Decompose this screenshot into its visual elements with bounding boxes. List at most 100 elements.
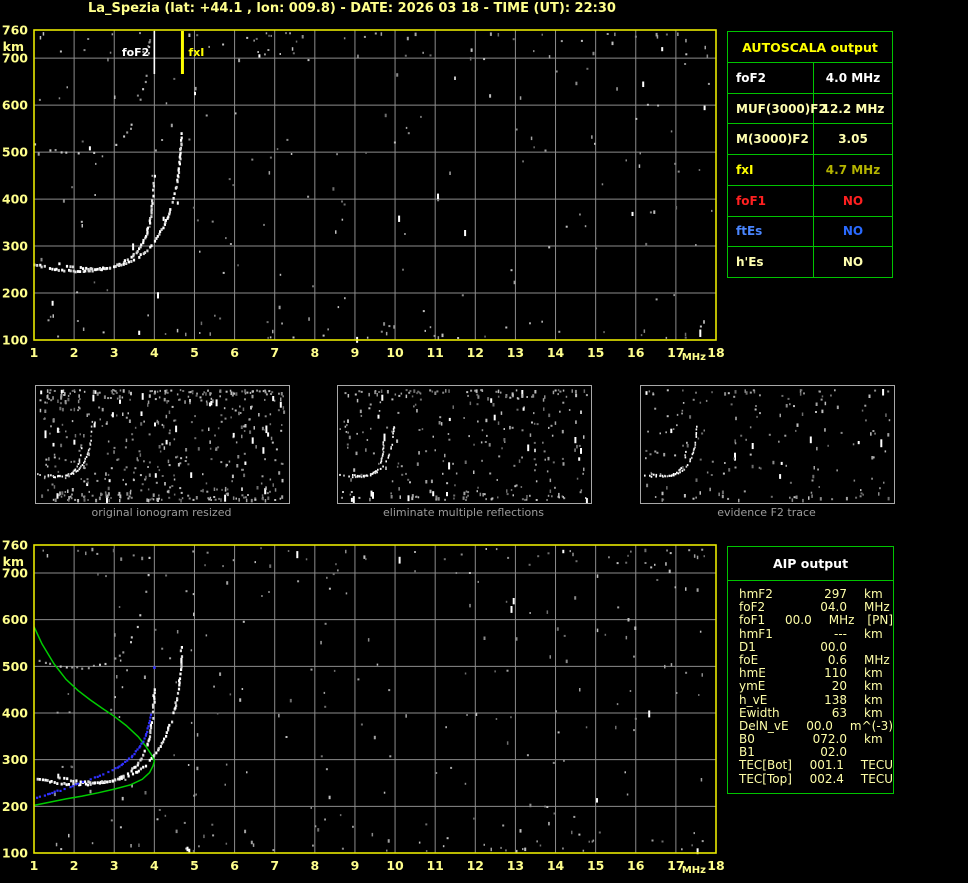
autoscala-row-label: h'Es [728, 247, 814, 278]
y-axis-unit: km [3, 554, 24, 569]
autoscala-row-ftEs: ftEs NO [728, 215, 892, 247]
svg-text:600: 600 [2, 98, 28, 113]
series-dots [36, 713, 153, 799]
svg-text:3: 3 [110, 345, 119, 360]
svg-text:5: 5 [190, 858, 199, 873]
thumbnail-eliminate-multiples [337, 385, 592, 504]
autoscala-row-value: NO [842, 224, 864, 239]
aip-row-label: TEC[Bot] [739, 758, 792, 773]
aip-row-value: 63 [831, 705, 847, 720]
autoscala-row-fxI: fxI 4.7 MHz [728, 154, 892, 185]
svg-text:10: 10 [386, 858, 404, 873]
svg-text:300: 300 [2, 752, 28, 767]
autoscala-row-foF1: foF1 NO [728, 184, 892, 216]
svg-text:18: 18 [707, 858, 724, 873]
autoscala-output-table: AUTOSCALA output foF2 4.0 MHz MUF(3000)F2 1… [727, 31, 893, 278]
series-dash [33, 174, 156, 274]
speckle-noise [42, 547, 705, 855]
svg-text:200: 200 [2, 799, 28, 814]
svg-text:4: 4 [150, 858, 159, 873]
aip-row-unit: km [864, 626, 883, 641]
svg-text:400: 400 [2, 706, 28, 721]
autoscala-row-MUF(3000)F2: MUF(3000)F2 12.2 MHz [728, 92, 892, 124]
aip-row-unit: km [864, 679, 883, 694]
svg-text:400: 400 [2, 192, 28, 207]
aip-row-label: Ewidth [739, 705, 780, 720]
autoscala-table-title: AUTOSCALA output [742, 39, 878, 55]
series-dash [58, 132, 183, 272]
autoscala-row-foF2: foF2 4.0 MHz [728, 62, 892, 93]
x-axis-unit: MHz [682, 865, 706, 876]
svg-text:6: 6 [230, 858, 239, 873]
svg-text:16: 16 [627, 858, 645, 873]
aip-row-value: 20 [831, 679, 847, 694]
grid-lines [34, 30, 716, 340]
series-points [153, 666, 156, 669]
svg-text:15: 15 [587, 345, 604, 360]
aip-row-value: 00.0 [820, 639, 847, 654]
svg-text:760: 760 [2, 23, 28, 38]
svg-text:300: 300 [2, 239, 28, 254]
thumbnail-original-ionogram [35, 385, 290, 504]
svg-text:15: 15 [587, 858, 604, 873]
autoscala-row-value: NO [842, 255, 864, 270]
y-axis-unit: km [3, 39, 24, 54]
aip-row-unit: TECU [860, 771, 893, 786]
svg-text:500: 500 [2, 145, 28, 160]
trace-layer [33, 41, 183, 274]
autoscala-row-label: M(3000)F2 [728, 124, 814, 155]
svg-text:13: 13 [507, 345, 524, 360]
frequency-markers: foF2 fxI [122, 31, 204, 74]
svg-text:7: 7 [270, 858, 279, 873]
autoscala-row-label: foF2 [728, 63, 814, 93]
svg-text:1: 1 [30, 858, 39, 873]
mini-sparse [647, 402, 685, 435]
y-axis-labels: 760700600500400300200100km [2, 538, 28, 861]
aip-row-value: 002.4 [809, 771, 844, 786]
x-axis-labels: 1 2 3 4 5 6 7 8 9 10 11 12 13 14 15 16 17 18MHz [30, 345, 725, 363]
svg-text:2: 2 [70, 345, 79, 360]
svg-text:12: 12 [467, 345, 484, 360]
svg-text:13: 13 [507, 858, 524, 873]
svg-text:100: 100 [2, 846, 28, 861]
svg-text:12: 12 [467, 858, 484, 873]
x-axis-labels: 1 2 3 4 5 6 7 8 9 10 11 12 13 14 15 16 17 18MHz [30, 858, 725, 876]
series-sparse [38, 556, 151, 670]
aip-row-unit: km [864, 705, 883, 720]
svg-text:8: 8 [310, 858, 319, 873]
svg-text:9: 9 [351, 858, 360, 873]
aip-row-ymE: ymE 20 km [739, 680, 893, 693]
autoscala-row-label: MUF(3000)F2 [728, 93, 827, 124]
aip-row-TEC[Top]: TEC[Top] 002.4 TECU [739, 771, 893, 786]
svg-text:14: 14 [547, 345, 565, 360]
autoscala-row-value: 4.0 MHz [825, 70, 881, 85]
aip-row-label: foF1 [739, 613, 766, 628]
aip-row-hmF1: hmF1 --- km [739, 626, 893, 641]
autoscala-row-value: 3.05 [838, 132, 868, 147]
series-line [33, 626, 156, 807]
svg-text:5: 5 [190, 345, 199, 360]
speckle-noise [645, 389, 891, 503]
aip-table-body: hmF2 297 km foF2 04.0 MHz foF1 00.0 MHz [PN] hmF1-… [728, 581, 893, 786]
autoscala-row-value: NO [842, 193, 864, 208]
svg-text:9: 9 [351, 345, 360, 360]
svg-text:8: 8 [310, 345, 319, 360]
autoscala-row-label: fxI [728, 155, 814, 185]
thumbnail-caption-evidence: evidence F2 trace [717, 506, 816, 519]
autoscala-row-M(3000)F2: M(3000)F2 3.05 [728, 123, 892, 155]
svg-text:1: 1 [30, 345, 39, 360]
autoscala-output-screen: { "title": "La_Spezia (lat: +44.1 , lon:… [0, 0, 968, 883]
x-axis-unit: MHz [682, 352, 706, 363]
mini-dash [651, 425, 698, 478]
speckle-noise [39, 389, 286, 503]
mini-dash [47, 425, 93, 478]
aip-row-foF1: foF1 00.0 MHz [PN] [739, 614, 893, 627]
aip-row-unit: km [864, 732, 883, 747]
ionogram-plot-top: foF2 fxI760700600500400300200100km1 2 3 4 5 6 7… [2, 23, 725, 364]
aip-row-unit: TECU [860, 758, 893, 773]
svg-text:18: 18 [707, 345, 724, 360]
aip-row-Ewidth: Ewidth 63 km [739, 705, 893, 720]
mini-dash [352, 426, 395, 477]
svg-text:6: 6 [230, 345, 239, 360]
autoscala-row-label: foF1 [728, 185, 814, 216]
